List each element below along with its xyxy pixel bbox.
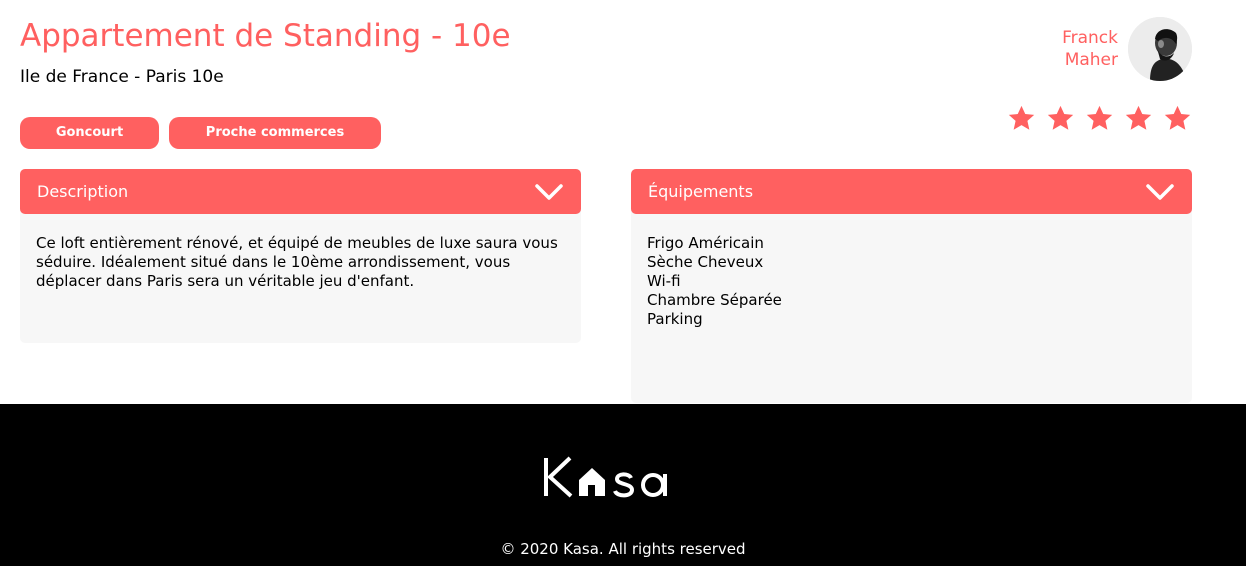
description-toggle[interactable]: Description <box>20 169 581 214</box>
tag[interactable]: Goncourt <box>20 117 159 149</box>
list-item: Wi-fi <box>647 272 681 290</box>
tag-list: Goncourt Proche commerces <box>20 117 381 149</box>
equipments-label: Équipements <box>648 182 754 201</box>
description-content: Ce loft entièrement rénové, et équipé de… <box>20 209 581 343</box>
tag[interactable]: Proche commerces <box>169 117 381 149</box>
host-name: Franck Maher <box>1038 27 1118 71</box>
chevron-down-icon[interactable] <box>1145 182 1175 202</box>
equipments-list: Frigo Américain Sèche Cheveux Wi-fi Cham… <box>647 234 1176 329</box>
star-icon <box>1164 105 1191 130</box>
listing-location: Ile de France - Paris 10e <box>20 67 224 87</box>
copyright-text: © 2020 Kasa. All rights reserved <box>500 540 746 558</box>
description-collapse: Description Ce loft entièrement rénové, … <box>20 169 581 343</box>
chevron-down-icon[interactable] <box>534 182 564 202</box>
host-avatar <box>1128 17 1192 81</box>
description-text: Ce loft entièrement rénové, et équipé de… <box>36 234 558 290</box>
list-item: Chambre Séparée <box>647 291 782 309</box>
rating <box>1007 104 1192 133</box>
list-item: Sèche Cheveux <box>647 253 764 271</box>
equipments-collapse: Équipements Frigo Américain Sèche Cheveu… <box>631 169 1192 403</box>
equipments-toggle[interactable]: Équipements <box>631 169 1192 214</box>
list-item: Frigo Américain <box>647 234 764 252</box>
equipments-content: Frigo Américain Sèche Cheveux Wi-fi Cham… <box>631 209 1192 403</box>
kasa-logo[interactable] <box>543 454 673 500</box>
description-label: Description <box>37 182 129 201</box>
star-icon <box>1047 105 1074 130</box>
person-avatar-icon <box>1128 17 1192 81</box>
star-icon <box>1125 105 1152 130</box>
star-icon <box>1008 105 1035 130</box>
host-first-name: Franck <box>1062 28 1118 48</box>
host-info: Franck Maher <box>1038 17 1192 81</box>
listing-title: Appartement de Standing - 10e <box>20 18 511 54</box>
star-icon <box>1086 105 1113 130</box>
list-item: Parking <box>647 310 703 328</box>
host-last-name: Maher <box>1064 50 1118 70</box>
